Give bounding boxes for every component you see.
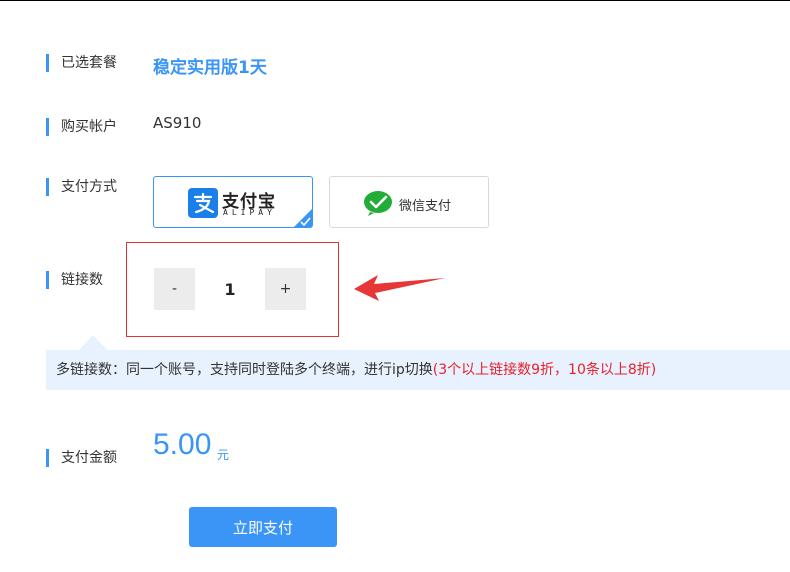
connections-label: 链接数 <box>46 271 103 289</box>
notice-pointer <box>78 335 108 351</box>
notice-text: 多链接数：同一个账号，支持同时登陆多个终端，进行ip切换 <box>56 362 433 378</box>
package-value: 稳定实用版1天 <box>153 58 267 78</box>
wechat-pay-name: 微信支付 <box>399 199 452 214</box>
check-icon <box>300 217 311 226</box>
payment-method-label: 支付方式 <box>46 178 117 196</box>
annotation-arrow-icon <box>354 275 445 301</box>
account-label: 购买帐户 <box>46 118 117 136</box>
alipay-logo: 支付宝 ALIPAY <box>188 188 282 220</box>
connections-notice: 多链接数：同一个账号，支持同时登陆多个终端，进行ip切换(3个以上链接数9折，1… <box>46 350 790 390</box>
increment-button[interactable]: + <box>265 268 306 310</box>
amount-label: 支付金额 <box>46 449 117 467</box>
decrement-button[interactable]: - <box>154 268 195 310</box>
amount-value: 5.00 <box>153 428 212 461</box>
payment-option-alipay[interactable]: 支付宝 ALIPAY <box>153 176 313 228</box>
payment-option-wechat[interactable]: 微信支付 <box>329 176 489 228</box>
wechat-pay-icon <box>364 191 392 216</box>
connections-input[interactable] <box>195 268 265 310</box>
alipay-icon <box>188 188 218 218</box>
amount-currency: 元 <box>217 448 230 462</box>
top-divider <box>0 0 790 1</box>
account-value: AS910 <box>153 114 202 132</box>
package-label: 已选套餐 <box>46 54 117 72</box>
connections-stepper[interactable]: - + <box>154 268 306 310</box>
alipay-subtitle: ALIPAY <box>223 208 276 217</box>
notice-discount: (3个以上链接数9折，10条以上8折) <box>432 362 657 378</box>
pay-now-button[interactable]: 立即支付 <box>189 507 337 547</box>
